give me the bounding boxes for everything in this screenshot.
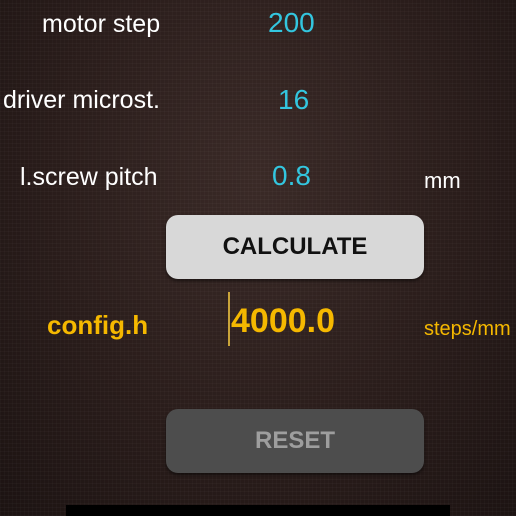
navigation-bar-edge <box>66 505 450 516</box>
motor-step-field[interactable]: 200 <box>268 7 315 39</box>
result-field[interactable]: 4000.0 <box>228 292 418 348</box>
screw-pitch-field[interactable]: 0.8 <box>272 160 311 192</box>
screw-pitch-label: l.screw pitch <box>20 163 158 191</box>
result-unit: steps/mm <box>424 318 511 340</box>
screw-pitch-unit: mm <box>424 168 461 193</box>
result-value: 4000.0 <box>231 302 335 340</box>
driver-microstep-field[interactable]: 16 <box>278 84 309 116</box>
calculate-button[interactable]: CALCULATE <box>166 215 424 279</box>
config-h-label: config.h <box>47 310 149 340</box>
driver-microstep-label: driver microst. <box>3 86 160 114</box>
reset-button[interactable]: RESET <box>166 409 424 473</box>
text-cursor <box>228 292 230 346</box>
motor-step-label: motor step <box>42 10 161 38</box>
